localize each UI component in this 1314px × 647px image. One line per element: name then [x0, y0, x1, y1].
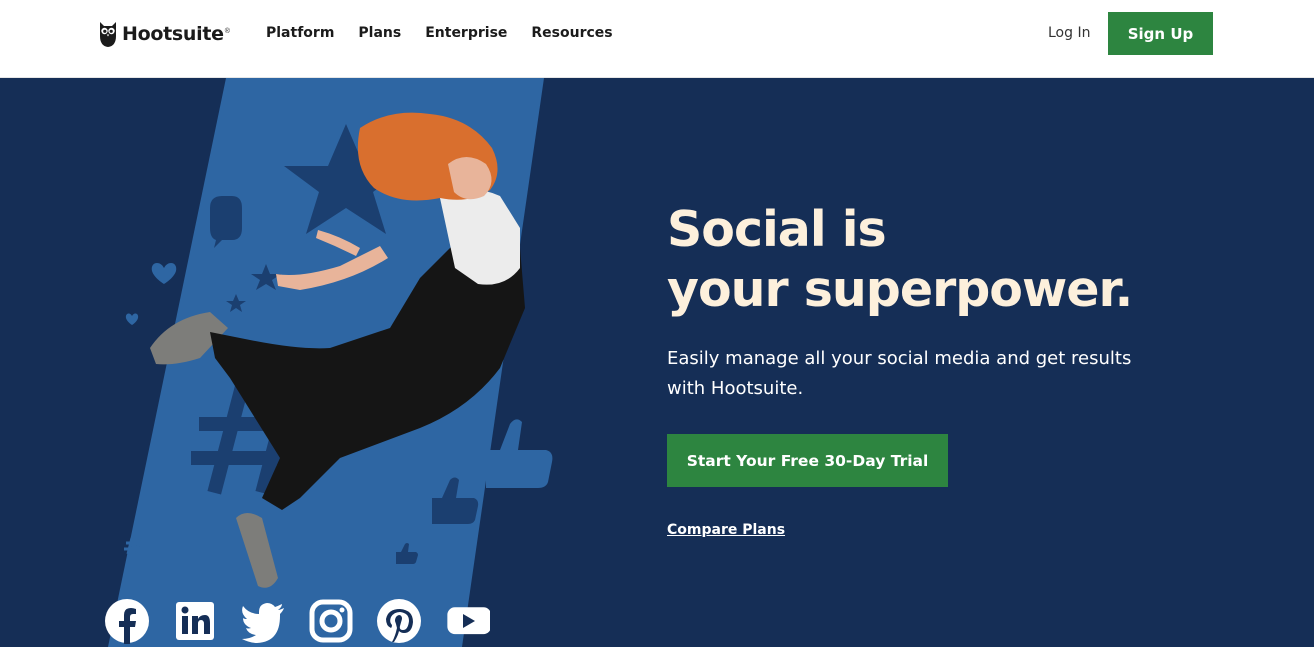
twitter-icon [242, 603, 284, 643]
hero-illustration [108, 78, 553, 647]
nav-item-platform[interactable]: Platform [266, 23, 334, 43]
facebook-link[interactable] [104, 598, 150, 644]
hero-section: Social is your superpower. Easily manage… [0, 78, 1314, 647]
top-navigation-bar: Hootsuite ® Platform Plans Enterprise Re… [0, 0, 1314, 78]
twitter-link[interactable] [240, 598, 286, 644]
youtube-icon [447, 607, 490, 635]
instagram-link[interactable] [308, 598, 354, 644]
signup-button[interactable]: Sign Up [1108, 12, 1213, 55]
nav-item-enterprise[interactable]: Enterprise [425, 23, 507, 43]
youtube-link[interactable] [444, 598, 490, 644]
linkedin-icon [176, 602, 214, 640]
hootsuite-logo[interactable]: Hootsuite ® [98, 20, 230, 48]
heart-small-icon [125, 313, 139, 325]
facebook-icon [105, 599, 149, 644]
main-nav: Platform Plans Enterprise Resources [266, 23, 637, 43]
linkedin-link[interactable] [172, 598, 218, 644]
thumbs-up-large-icon [486, 419, 553, 488]
social-icons-row [104, 598, 512, 644]
registered-mark: ® [224, 27, 230, 35]
owl-logo-icon [100, 22, 116, 47]
start-free-trial-button[interactable]: Start Your Free 30-Day Trial [667, 434, 948, 487]
logo-wordmark: Hootsuite [122, 23, 224, 45]
headline-line-1: Social is [667, 201, 887, 258]
hero-headline: Social is your superpower. [667, 200, 1187, 320]
pinterest-icon [377, 599, 421, 643]
hero-subtext: Easily manage all your social media and … [667, 348, 1132, 399]
pinterest-link[interactable] [376, 598, 422, 644]
heart-icon [151, 262, 177, 284]
compare-plans-link[interactable]: Compare Plans [667, 522, 785, 538]
login-link[interactable]: Log In [1048, 23, 1090, 43]
nav-item-plans[interactable]: Plans [358, 23, 401, 43]
instagram-icon [309, 599, 353, 643]
nav-item-resources[interactable]: Resources [531, 23, 612, 43]
headline-line-2: your superpower. [667, 261, 1133, 318]
